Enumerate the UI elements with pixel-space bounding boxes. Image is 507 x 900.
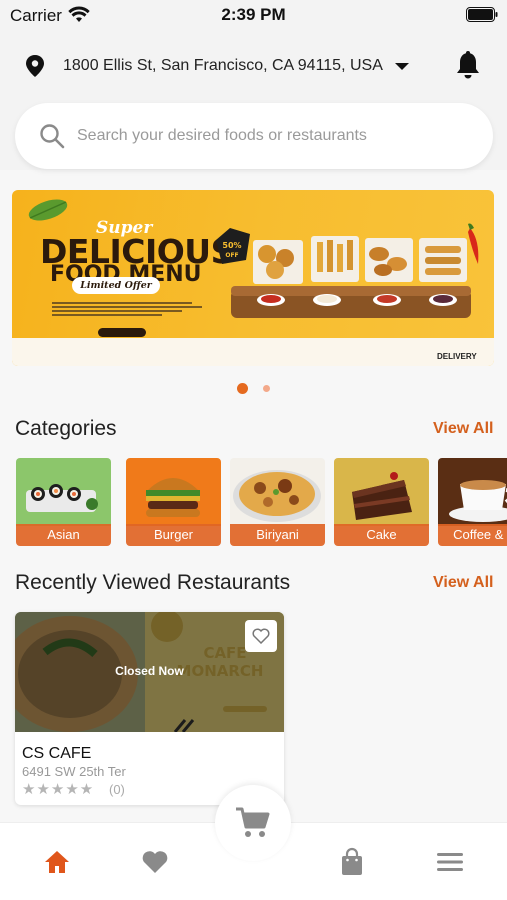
category-biriyani[interactable]: Biriyani	[230, 458, 325, 546]
location-pin-icon	[26, 55, 44, 77]
cart-icon	[236, 807, 270, 837]
category-asian[interactable]: Asian	[16, 458, 111, 546]
rating-stars: ★★★★★	[22, 781, 95, 798]
caret-down-icon	[394, 63, 409, 70]
category-label: Cake	[334, 524, 429, 546]
food-tray-image	[231, 236, 471, 318]
biriyani-image	[230, 458, 325, 526]
cart-button[interactable]	[215, 785, 291, 861]
banner-delivery-label: DELIVERY	[437, 352, 477, 361]
restaurant-address: 6491 SW 25th Ter	[22, 764, 126, 779]
restaurant-status: Closed Now	[115, 664, 184, 678]
pagination-dot-active[interactable]	[236, 383, 248, 395]
pagination-dot[interactable]	[263, 385, 271, 393]
category-label: Burger	[126, 524, 221, 546]
menu-icon[interactable]	[435, 847, 465, 877]
restaurant-name: CS CAFE	[22, 745, 92, 762]
heart-outline-icon	[252, 628, 270, 644]
banner-order-button	[98, 328, 146, 337]
category-label: Biriyani	[230, 524, 325, 546]
home-icon[interactable]	[42, 847, 72, 877]
status-time: 2:39 PM	[221, 5, 286, 24]
category-cake[interactable]: Cake	[334, 458, 429, 546]
battery-icon	[466, 7, 498, 22]
restaurant-image: CAFE MONARCH Closed Now	[15, 612, 284, 732]
favorite-button[interactable]	[245, 620, 277, 652]
cake-image	[334, 458, 429, 526]
banner-fine-print	[52, 300, 202, 318]
leaf-icon	[28, 199, 68, 221]
asian-food-image	[16, 458, 111, 526]
recently-viewed-view-all-link[interactable]: View All	[433, 574, 493, 592]
banner-footer-band	[12, 338, 494, 366]
banner-pagination	[0, 380, 507, 398]
category-coffee[interactable]: Coffee & ...	[438, 458, 507, 546]
category-label: Coffee & ...	[438, 524, 507, 546]
categories-title: Categories	[15, 417, 117, 440]
promo-banner[interactable]: Super DELICIOUS FOOD MENU Limited Offer …	[12, 190, 494, 366]
coffee-image	[438, 458, 507, 526]
review-count: (0)	[109, 782, 125, 797]
banner-offer-badge: Limited Offer	[72, 277, 160, 294]
location-selector[interactable]: 1800 Ellis St, San Francisco, CA 94115, …	[24, 54, 409, 78]
chili-icon	[468, 223, 479, 264]
category-label: Asian	[16, 524, 111, 546]
restaurant-card[interactable]: CAFE MONARCH Closed Now CS CAFE 6491 SW …	[15, 612, 284, 805]
burger-image	[126, 458, 221, 526]
recently-viewed-title: Recently Viewed Restaurants	[15, 571, 291, 594]
bell-icon[interactable]	[455, 50, 481, 80]
categories-row: Asian Burger Biriyani Cake Coffee &	[16, 458, 507, 546]
search-bar[interactable]	[15, 103, 493, 169]
search-icon	[40, 124, 65, 149]
categories-view-all-link[interactable]: View All	[433, 420, 493, 438]
status-bar: Carrier 2:39 PM	[0, 0, 507, 30]
header: 1800 Ellis St, San Francisco, CA 94115, …	[0, 30, 507, 170]
category-burger[interactable]: Burger	[126, 458, 221, 546]
delivery-address: 1800 Ellis St, San Francisco, CA 94115, …	[63, 57, 383, 74]
heart-icon[interactable]	[140, 847, 170, 877]
search-input[interactable]	[77, 127, 457, 145]
bag-icon[interactable]	[337, 847, 367, 877]
